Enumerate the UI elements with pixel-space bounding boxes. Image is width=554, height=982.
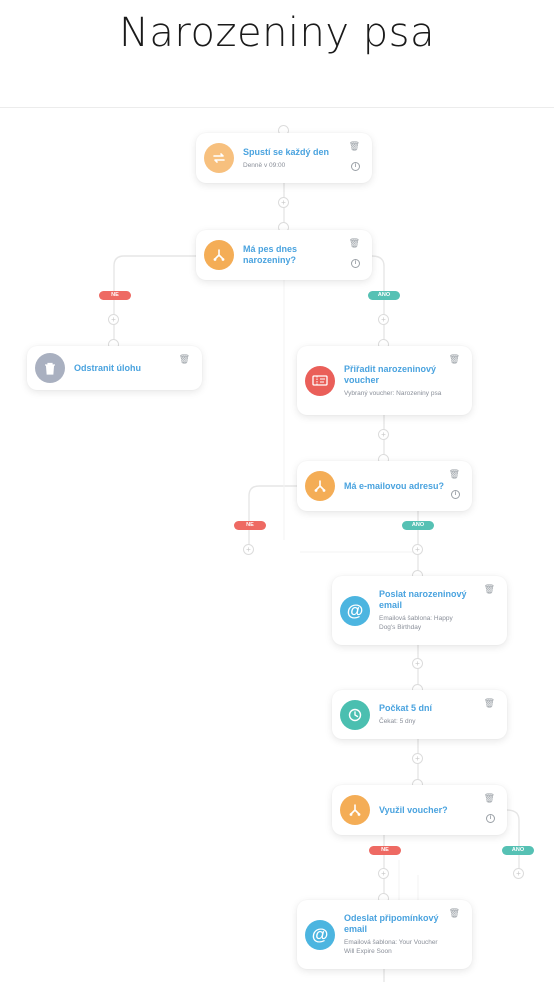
node-name: Spustí se každý den	[243, 146, 330, 157]
node-name: Odeslat připomínkový email	[344, 913, 439, 934]
connector-line	[371, 255, 385, 346]
action-node-email[interactable]: @ Poslat narozeninový email Emailová šab…	[332, 576, 507, 645]
node-subtitle: Emailová šablona: Happy Dog's Birthday	[379, 615, 453, 631]
node-subtitle: Vybraný voucher: Narozeniny psa	[344, 389, 442, 397]
trash-icon	[35, 353, 65, 383]
info-icon[interactable]: i	[351, 259, 360, 268]
node-name: Má e-mailovou adresu?	[344, 480, 445, 491]
add-step-dot[interactable]: +	[412, 753, 423, 764]
trash-icon[interactable]: 🗑	[449, 470, 460, 479]
action-node-voucher[interactable]: Přiřadit narozeninový voucher Vybraný vo…	[297, 346, 472, 415]
branch-no-badge: NE	[234, 521, 266, 530]
node-name: Přiřadit narozeninový voucher	[344, 363, 437, 385]
trash-icon[interactable]: 🗑	[449, 355, 460, 364]
node-name: Využil voucher?	[379, 804, 448, 815]
action-node-wait[interactable]: Počkat 5 dní Čekat: 5 dny 🗑	[332, 690, 507, 739]
add-step-dot[interactable]: +	[378, 868, 389, 879]
node-subtitle: Emailová šablona: Your Voucher Will Expi…	[344, 939, 438, 955]
branch-icon	[204, 240, 234, 270]
at-icon: @	[305, 919, 335, 950]
branch-icon	[340, 795, 370, 825]
branch-icon	[305, 471, 335, 501]
add-step-dot[interactable]: +	[378, 314, 389, 325]
add-step-dot[interactable]: +	[108, 314, 119, 325]
branch-no-badge: NE	[369, 846, 401, 855]
add-step-dot[interactable]: +	[513, 868, 524, 879]
info-icon[interactable]: i	[486, 814, 495, 823]
condition-node[interactable]: Využil voucher? 🗑 i	[332, 785, 507, 835]
node-name: Má pes dnes narozeniny?	[243, 244, 298, 265]
repeat-icon	[204, 143, 234, 173]
connector-line	[506, 809, 520, 875]
node-subtitle: Čekat: 5 dny	[379, 718, 416, 725]
add-step-dot[interactable]: +	[412, 658, 423, 669]
branch-no-badge: NE	[99, 291, 131, 300]
node-name: Poslat narozeninový email	[379, 589, 467, 610]
info-icon[interactable]: i	[451, 490, 460, 499]
add-step-dot[interactable]: +	[278, 197, 289, 208]
ticket-icon	[305, 365, 335, 396]
connector-line	[248, 485, 304, 550]
branch-yes-badge: ANO	[368, 291, 400, 300]
trash-icon[interactable]: 🗑	[449, 909, 460, 918]
branch-yes-badge: ANO	[402, 521, 434, 530]
connector-line	[113, 255, 196, 346]
at-icon: @	[340, 595, 370, 626]
trash-icon[interactable]: 🗑	[484, 699, 495, 708]
branch-yes-badge: ANO	[502, 846, 534, 855]
trash-icon[interactable]: 🗑	[349, 142, 360, 151]
trash-icon[interactable]: 🗑	[484, 585, 495, 594]
condition-node[interactable]: Má e-mailovou adresu? 🗑 i	[297, 461, 472, 511]
action-node-email[interactable]: @ Odeslat připomínkový email Emailová ša…	[297, 900, 472, 969]
trash-icon[interactable]: 🗑	[179, 355, 190, 364]
node-name: Odstranit úlohu	[74, 362, 141, 373]
trash-icon[interactable]: 🗑	[349, 239, 360, 248]
action-node-remove[interactable]: Odstranit úlohu 🗑	[27, 346, 202, 390]
add-step-dot[interactable]: +	[243, 544, 254, 555]
add-step-dot[interactable]: +	[412, 544, 423, 555]
node-name: Počkat 5 dní	[379, 703, 433, 713]
trash-icon[interactable]: 🗑	[484, 794, 495, 803]
info-icon[interactable]: i	[351, 162, 360, 171]
trigger-node[interactable]: Spustí se každý den Denně v 09:00 🗑 i	[196, 133, 372, 183]
node-subtitle: Denně v 09:00	[243, 161, 286, 169]
clock-icon	[340, 699, 370, 730]
condition-node[interactable]: Má pes dnes narozeniny? 🗑 i	[196, 230, 372, 280]
add-step-dot[interactable]: +	[378, 429, 389, 440]
